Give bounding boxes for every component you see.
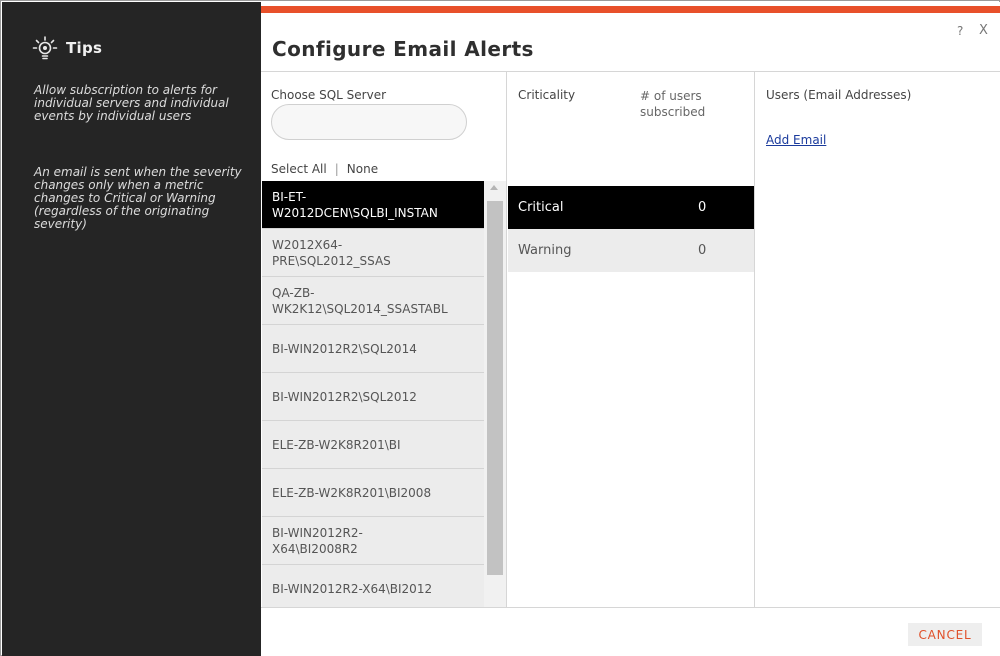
server-item-ele-zb-bi2008[interactable]: ELE-ZB-W2K8R201\BI2008 <box>262 469 484 517</box>
window-frame: Tips Allow subscription to alerts for in… <box>0 0 1000 656</box>
choose-server-label: Choose SQL Server <box>271 88 387 102</box>
criticality-name: Critical <box>518 200 564 215</box>
server-item-bi-win2012r2-x64-bi2012[interactable]: BI-WIN2012R2-X64\BI2012 <box>262 565 484 607</box>
server-list: BI-ET- W2012DCEN\SQLBI_INSTAN W2012X64- … <box>262 181 484 607</box>
accent-bar <box>261 6 1000 13</box>
dialog-content: Choose SQL Server Select All | None BI-E… <box>261 71 1000 608</box>
criticality-row-critical[interactable]: Critical 0 <box>508 186 754 229</box>
tips-title: Tips <box>66 39 103 57</box>
server-item-bi-win2012r2-x64-bi2008r2[interactable]: BI-WIN2012R2- X64\BI2008R2 <box>262 517 484 565</box>
criticality-label: Criticality <box>518 88 576 102</box>
tips-paragraph-subscription: Allow subscription to alerts for individ… <box>34 83 229 123</box>
criticality-row-warning[interactable]: Warning 0 <box>508 229 754 272</box>
select-controls: Select All | None <box>271 162 378 176</box>
server-item-qa-zb-wk2k12[interactable]: QA-ZB- WK2K12\SQL2014_SSASTABL <box>262 277 484 325</box>
tips-sidebar: Tips Allow subscription to alerts for in… <box>2 2 261 656</box>
server-list-scrollbar[interactable] <box>484 181 506 607</box>
dialog-title: Configure Email Alerts <box>272 37 534 61</box>
tips-paragraph-email-rule: An email is sent when the severity chang… <box>34 165 242 231</box>
select-all-link[interactable]: Select All <box>271 162 327 176</box>
server-item-bi-win2012r2-sql2014[interactable]: BI-WIN2012R2\SQL2014 <box>262 325 484 373</box>
select-separator: | <box>334 162 339 176</box>
users-subscribed-label: # of users subscribed <box>640 89 706 119</box>
server-item-w2012x64-pre[interactable]: W2012X64- PRE\SQL2012_SSAS <box>262 229 484 277</box>
subscriber-count: 0 <box>698 200 707 215</box>
server-search-input[interactable] <box>271 104 467 140</box>
criticality-name: Warning <box>518 243 572 258</box>
email-column: Users (Email Addresses) Add Email <box>756 72 1000 608</box>
server-item-bi-win2012r2-sql2012[interactable]: BI-WIN2012R2\SQL2012 <box>262 373 484 421</box>
select-none-link[interactable]: None <box>347 162 378 176</box>
server-item-bi-et-w2012dcen[interactable]: BI-ET- W2012DCEN\SQLBI_INSTAN <box>262 181 484 229</box>
scroll-thumb[interactable] <box>487 201 503 575</box>
help-button[interactable]: ? <box>957 24 963 38</box>
lightbulb-icon <box>32 35 58 61</box>
subscriber-count: 0 <box>698 243 707 258</box>
add-email-link[interactable]: Add Email <box>766 133 826 147</box>
server-column: Choose SQL Server Select All | None BI-E… <box>261 72 507 608</box>
close-button[interactable]: X <box>979 23 988 38</box>
server-item-ele-zb-bi[interactable]: ELE-ZB-W2K8R201\BI <box>262 421 484 469</box>
configure-email-alerts-dialog: Configure Email Alerts ? X Choose SQL Se… <box>261 2 1000 656</box>
scroll-up-arrow-icon[interactable] <box>490 185 498 190</box>
criticality-column: Criticality # of users subscribed Critic… <box>508 72 755 608</box>
cancel-button[interactable]: CANCEL <box>908 623 982 646</box>
tips-header: Tips <box>32 35 102 61</box>
email-addresses-label: Users (Email Addresses) <box>766 88 912 102</box>
